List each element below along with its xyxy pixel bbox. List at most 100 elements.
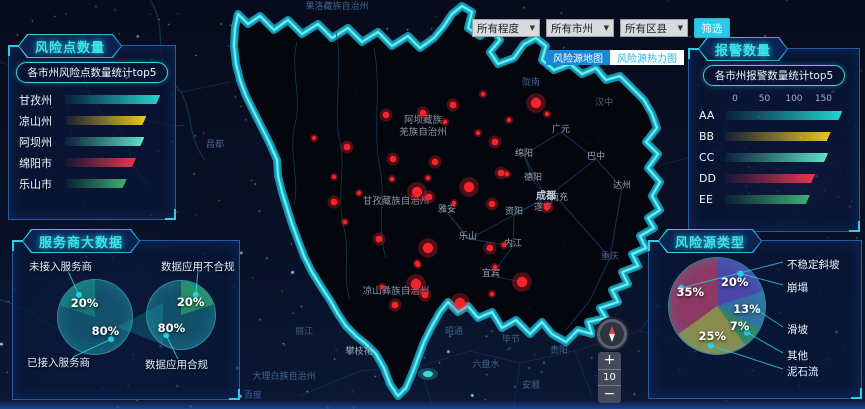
risk-dot[interactable] [443, 120, 447, 124]
bar-row: BB [699, 130, 849, 143]
bar-fill [725, 132, 831, 141]
bar-category-label: CC [699, 151, 725, 164]
bar-track [725, 195, 849, 204]
map-label: 毕节 [502, 333, 520, 345]
risk-dot[interactable] [422, 292, 429, 299]
risk-dot[interactable] [423, 243, 433, 253]
panel-risk-points: 风险点数量 各市州风险点数量统计top5 甘孜州凉山州阿坝州绵阳市乐山市 [8, 45, 176, 220]
city-select[interactable]: 所有市州 ▼ [546, 19, 614, 37]
map-label: 安顺 [522, 379, 540, 391]
risk-dot[interactable] [455, 298, 465, 308]
bar-track [65, 137, 165, 146]
map-label: 羌族自治州 [399, 126, 447, 138]
compass-control[interactable] [597, 319, 627, 349]
risk-dot[interactable] [411, 279, 421, 289]
bar-category-label: EE [699, 193, 725, 206]
legend-item: 滑坡 [787, 322, 808, 337]
map-label: 果洛藏族自治州 [305, 0, 368, 12]
tab-risk-heatmap[interactable]: 风险源热力图 [610, 50, 684, 65]
risk-dot[interactable] [312, 136, 316, 140]
risk-dot[interactable] [544, 204, 551, 211]
x-axis-tick: 100 [785, 94, 802, 104]
risk-dot[interactable] [531, 98, 541, 108]
zoom-out-button[interactable]: − [598, 386, 621, 403]
map-label: 巴中 [587, 150, 605, 162]
risk-dot[interactable] [390, 156, 397, 163]
risk-dot[interactable] [487, 245, 494, 252]
pie-provider-access [58, 280, 132, 354]
risk-dot[interactable] [450, 102, 457, 109]
map-mode-toggle: 风险源地图 风险源热力图 [546, 50, 684, 65]
bar-category-label: BB [699, 130, 725, 143]
legend-item: 崩塌 [787, 280, 808, 295]
bar-fill [65, 137, 144, 146]
risk-dot[interactable] [390, 177, 394, 181]
risk-dot[interactable] [464, 182, 474, 192]
zoom-in-button[interactable]: + [598, 352, 621, 369]
risk-dot[interactable] [476, 131, 480, 135]
risk-dot[interactable] [502, 243, 506, 247]
bar-fill [725, 111, 842, 120]
risk-dot[interactable] [331, 199, 338, 206]
risk-dot[interactable] [492, 139, 499, 146]
pie-value-label: 25% [699, 329, 727, 343]
risk-dot[interactable] [452, 201, 456, 205]
compass-needle-north [609, 326, 615, 334]
map-label: 资阳 [505, 206, 523, 217]
degree-select[interactable]: 所有程度 ▼ [472, 19, 540, 37]
bar-category-label: 阿坝州 [19, 134, 65, 150]
risk-dot[interactable] [505, 172, 509, 176]
x-axis-tick: 150 [815, 94, 832, 104]
map-label: 陇南 [522, 76, 540, 88]
map-label: 昭通 [445, 326, 463, 337]
bar-row: 甘孜州 [19, 93, 165, 106]
alarm-bar-chart: AABBCCDDEE [689, 105, 859, 206]
filter-button[interactable]: 筛选 [694, 18, 730, 38]
risk-dot[interactable] [412, 187, 422, 197]
risk-dot[interactable] [332, 175, 336, 179]
legend-item: 不稳定斜坡 [787, 257, 840, 272]
bar-fill [65, 158, 136, 167]
risk-dot[interactable] [507, 118, 511, 122]
bar-category-label: AA [699, 109, 725, 122]
risk-dot[interactable] [380, 285, 384, 289]
pie-callout-label: 已接入服务商 [27, 355, 90, 370]
map-label: 重庆 [601, 250, 619, 262]
bar-track [65, 158, 165, 167]
risk-dot[interactable] [489, 201, 496, 208]
panel-title-tag: 报警数量 [698, 37, 788, 61]
risk-dot[interactable] [416, 263, 420, 267]
bar-track [65, 116, 165, 125]
legend-item: 泥石流 [787, 364, 819, 379]
tab-risk-map[interactable]: 风险源地图 [546, 50, 610, 65]
risk-dot[interactable] [426, 194, 433, 201]
risk-dot[interactable] [545, 112, 549, 116]
pie-value-label: 20% [177, 295, 205, 309]
risk-dot[interactable] [432, 159, 439, 166]
risk-dot[interactable] [376, 236, 383, 243]
risk-dot[interactable] [344, 144, 351, 151]
chart-subtitle[interactable]: 各市州风险点数量统计top5 [16, 62, 169, 83]
bar-fill [65, 116, 146, 125]
bar-track [725, 132, 849, 141]
county-select[interactable]: 所有区县 ▼ [620, 19, 688, 37]
risk-dot[interactable] [517, 277, 527, 287]
panel-provider-bigdata: 服务商大数据 80%已接入服务商20%未接入服务商20%数据应用不合规80%数据… [12, 240, 240, 400]
risk-dot[interactable] [357, 191, 361, 195]
risk-dot[interactable] [392, 302, 399, 309]
risk-dot[interactable] [493, 265, 497, 269]
risk-dot[interactable] [343, 220, 347, 224]
chart-subtitle[interactable]: 各市州报警数量统计top5 [703, 65, 845, 86]
bar-track [725, 111, 849, 120]
risk-dot[interactable] [383, 112, 390, 119]
map-label: 大理白族自治州 [252, 370, 315, 382]
risk-dot[interactable] [420, 110, 427, 117]
pie-data-usage [147, 281, 215, 349]
risk-dot[interactable] [426, 176, 430, 180]
risk-dot[interactable] [490, 292, 494, 296]
pie-value-label: 80% [92, 324, 120, 338]
map-label: 贵阳 [550, 344, 568, 356]
risk-dot[interactable] [481, 92, 485, 96]
panel-alarms: 报警数量 各市州报警数量统计top5 050100150 AABBCCDDEE [688, 48, 860, 232]
pie-callout-label: 数据应用合规 [145, 357, 208, 372]
